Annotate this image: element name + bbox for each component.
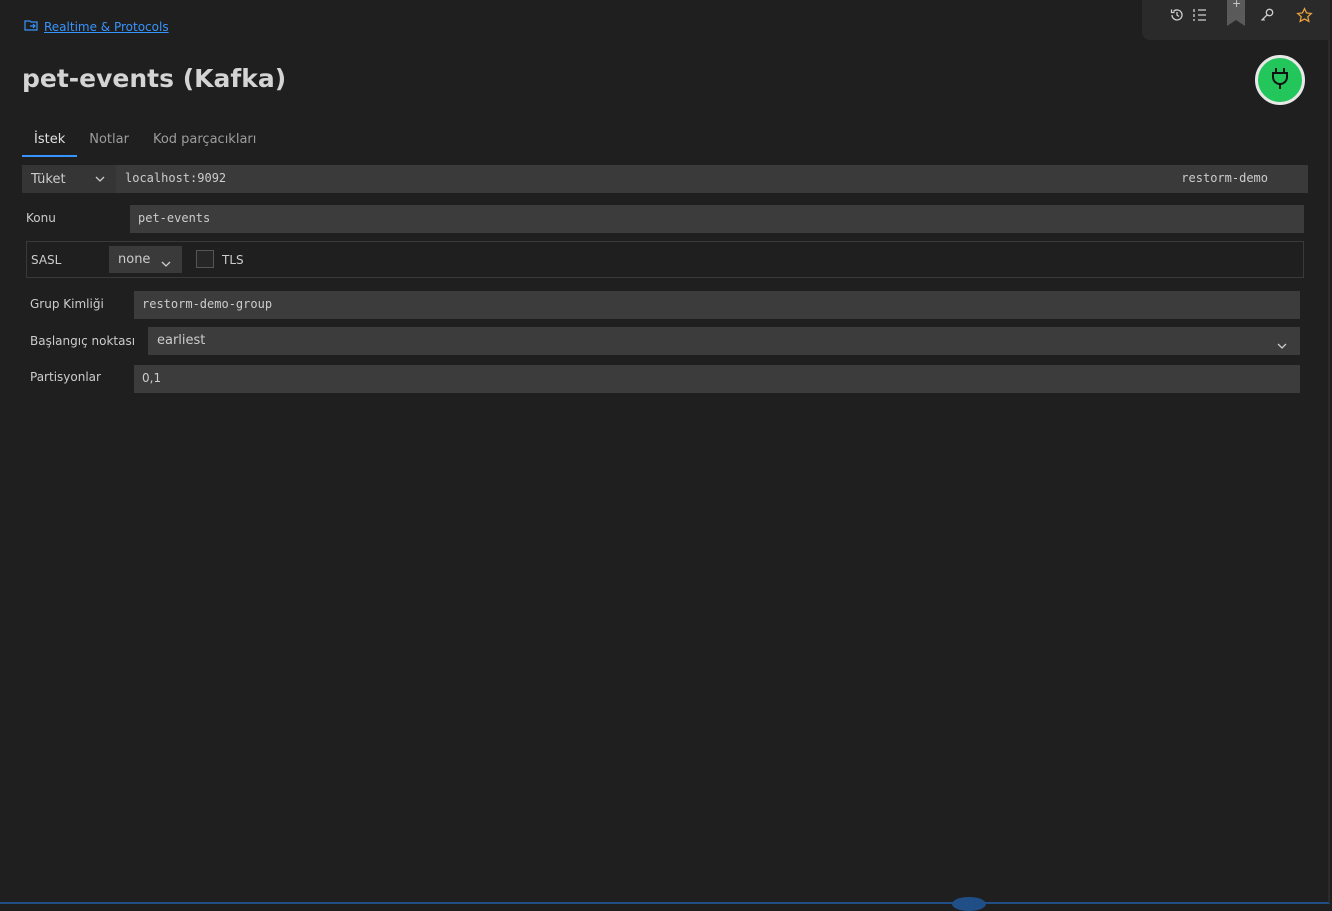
partitions-input[interactable]: 0,1: [134, 365, 1300, 393]
tls-label: TLS: [222, 253, 244, 267]
tab-snippets[interactable]: Kod parçacıkları: [141, 128, 268, 157]
group-id-label: Grup Kimliği: [30, 297, 104, 311]
list-icon[interactable]: [1189, 4, 1211, 26]
offset-select[interactable]: earliest: [148, 327, 1300, 355]
history-icon[interactable]: [1166, 4, 1188, 26]
topic-input[interactable]: pet-events: [130, 205, 1304, 233]
plug-icon: [1269, 66, 1291, 94]
tab-request[interactable]: İstek: [22, 128, 78, 157]
chevron-down-icon: [160, 253, 172, 280]
url-input[interactable]: localhost:9092: [118, 165, 1308, 193]
offset-label: Başlangıç noktası: [30, 334, 136, 348]
folder-link-icon: [24, 17, 40, 37]
bookmark-plus: +: [1232, 0, 1242, 10]
page-title: pet-events (Kafka): [22, 64, 287, 93]
method-label: Tüket: [31, 171, 66, 187]
partitions-label: Partisyonlar: [30, 370, 101, 384]
status-indicator: [952, 897, 986, 911]
bookmark-add-icon[interactable]: +: [1227, 0, 1245, 26]
breadcrumb-link[interactable]: Realtime & Protocols: [44, 20, 169, 34]
sasl-label: SASL: [31, 253, 62, 267]
group-id-input[interactable]: restorm-demo-group: [134, 291, 1300, 319]
connect-button[interactable]: [1255, 55, 1305, 105]
breadcrumb: Realtime & Protocols: [24, 17, 169, 37]
request-bar: Tüket localhost:9092 restorm-demo: [22, 165, 1308, 193]
method-select[interactable]: Tüket: [22, 165, 116, 193]
sasl-value: none: [118, 252, 151, 267]
sasl-select[interactable]: none: [109, 246, 182, 273]
offset-value: earliest: [157, 333, 206, 348]
request-tabs: İstek Notlar Kod parçacıkları: [22, 128, 268, 157]
star-icon[interactable]: [1293, 4, 1315, 26]
tab-notes[interactable]: Notlar: [77, 128, 141, 157]
environment-selector[interactable]: restorm-demo: [1181, 165, 1268, 191]
key-icon[interactable]: [1256, 4, 1278, 26]
chevron-down-icon: [1276, 335, 1288, 363]
topic-label: Konu: [26, 211, 56, 225]
chevron-down-icon: [94, 173, 106, 189]
sasl-section: [26, 241, 1304, 278]
tls-checkbox[interactable]: [196, 250, 214, 268]
